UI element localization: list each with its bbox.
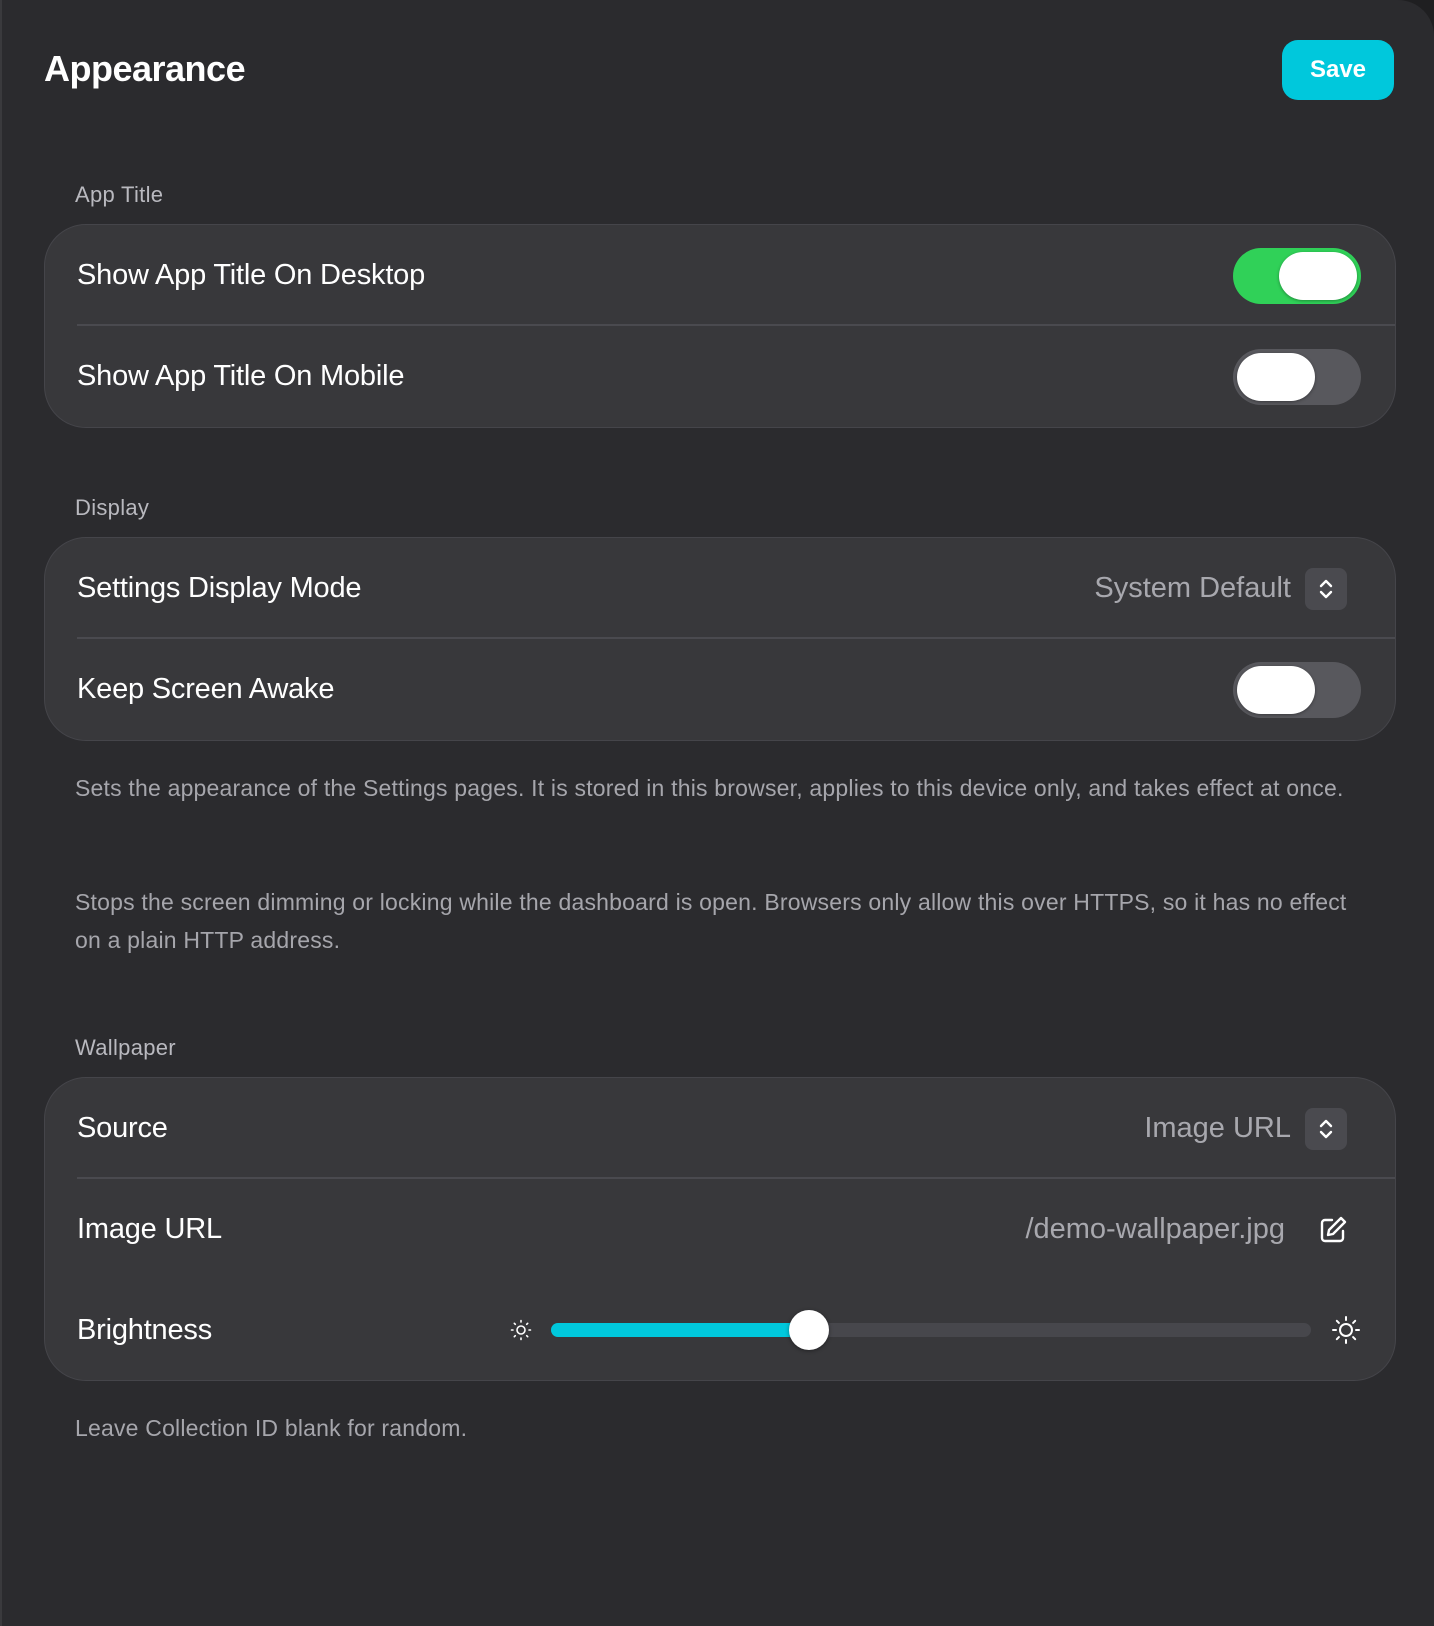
brightness-slider-fill [551,1323,810,1337]
keep-awake-help-text: Stops the screen dimming or locking whil… [75,889,1347,953]
brightness-row: Brightness [45,1280,1395,1380]
show-title-mobile-toggle[interactable] [1233,348,1361,405]
show-title-desktop-row: Show App Title On Desktop [45,225,1395,326]
toggle-knob [1237,665,1315,714]
wallpaper-source-label: Source [77,1112,168,1144]
wallpaper-source-value[interactable]: Image URL [1144,1112,1291,1145]
display-mode-help-text: Sets the appearance of the Settings page… [75,775,1344,801]
sun-large-icon [1332,1316,1360,1344]
show-title-mobile-label: Show App Title On Mobile [77,360,405,392]
image-url-value[interactable]: /demo-wallpaper.jpg [1025,1213,1285,1246]
page-title: Appearance [44,48,246,89]
app-title-group: Show App Title On Desktop Show App Title… [44,224,1396,428]
toggle-knob [1279,251,1357,300]
keep-screen-awake-label: Keep Screen Awake [77,673,335,705]
appearance-panel: Appearance Save App Title Show App Title… [0,0,1434,1626]
brightness-slider[interactable] [551,1310,1311,1350]
brightness-slider-thumb[interactable] [789,1310,830,1350]
edit-icon[interactable] [1317,1214,1349,1246]
section-label-display: Display [75,495,150,520]
section-label-wallpaper: Wallpaper [75,1035,176,1060]
page-header: Appearance Save [42,38,1394,100]
section-label-app-title: App Title [75,182,164,207]
chevron-up-down-icon[interactable] [1305,1107,1347,1150]
wallpaper-group: Source Image URL Image URL /demo-wallpap… [44,1077,1396,1381]
save-button[interactable]: Save [1282,40,1394,100]
image-url-label: Image URL [77,1213,222,1245]
brightness-label: Brightness [77,1313,213,1346]
wallpaper-help-text: Leave Collection ID blank for random. [75,1415,468,1441]
keep-screen-awake-row: Keep Screen Awake [45,639,1395,740]
sun-small-icon [510,1319,532,1341]
show-title-desktop-label: Show App Title On Desktop [77,259,426,291]
toggle-knob [1237,352,1315,401]
settings-display-mode-value[interactable]: System Default [1094,572,1291,605]
show-title-desktop-toggle[interactable] [1233,247,1361,304]
chevron-up-down-icon[interactable] [1305,567,1347,610]
display-group: Settings Display Mode System Default Kee… [44,537,1396,741]
brightness-slider-wrap [509,1310,1361,1350]
wallpaper-source-row[interactable]: Source Image URL [45,1078,1395,1179]
keep-screen-awake-toggle[interactable] [1233,661,1361,718]
image-url-row: Image URL /demo-wallpaper.jpg [45,1179,1395,1280]
settings-display-mode-row[interactable]: Settings Display Mode System Default [45,538,1395,639]
settings-display-mode-label: Settings Display Mode [77,572,362,604]
show-title-mobile-row: Show App Title On Mobile [45,326,1395,427]
